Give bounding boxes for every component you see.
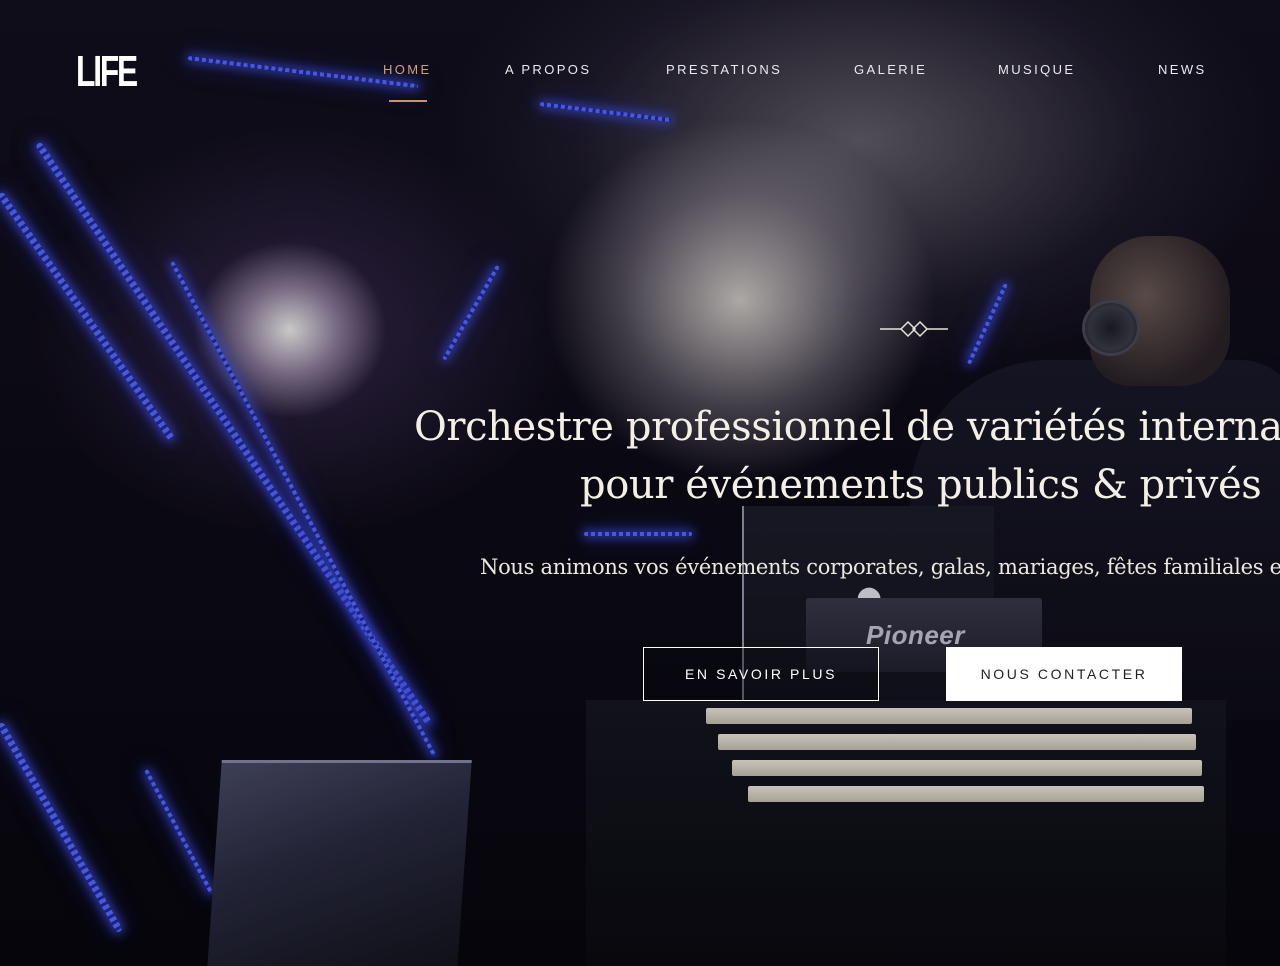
nav-item-news[interactable]: NEWS (1158, 62, 1207, 77)
nav-item-a-propos[interactable]: A PROPOS (505, 62, 591, 77)
main-navigation: HOME A PROPOS PRESTATIONS GALERIE MUSIQU… (0, 62, 1280, 84)
hero-headline-line1: Orchestre professionnel de variétés inte… (414, 404, 1280, 450)
hero-section: ● Pioneer LIFE HOME A PROPOS PRESTATIONS… (0, 0, 1280, 966)
hero-subtitle: Nous animons vos événements corporates, … (480, 555, 1280, 579)
nav-item-prestations[interactable]: PRESTATIONS (666, 62, 782, 77)
hero-headline-line2: pour événements publics & privés (580, 462, 1262, 508)
nav-item-musique[interactable]: MUSIQUE (998, 62, 1075, 77)
diamond-ornament-icon (880, 320, 948, 338)
contact-button[interactable]: NOUS CONTACTER (946, 647, 1182, 701)
nav-item-galerie[interactable]: GALERIE (854, 62, 927, 77)
learn-more-button[interactable]: EN SAVOIR PLUS (643, 647, 879, 701)
hero-headline: Orchestre professionnel de variétés inte… (414, 398, 1280, 514)
nav-item-home[interactable]: HOME (383, 62, 432, 77)
nav-active-indicator (389, 100, 427, 102)
